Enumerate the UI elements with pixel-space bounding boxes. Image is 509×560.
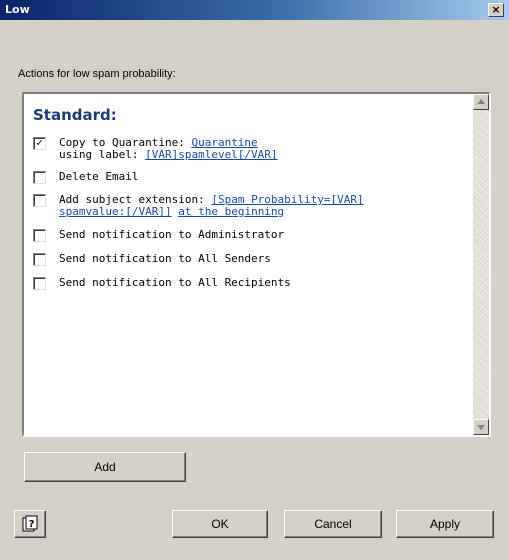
action-label: Send notification to All Senders xyxy=(59,252,271,265)
apply-button[interactable]: Apply xyxy=(396,510,494,538)
check-icon: ✓ xyxy=(36,136,43,149)
help-button[interactable]: ? xyxy=(14,510,46,538)
close-button[interactable]: × xyxy=(488,3,504,17)
position-link[interactable]: at the beginning xyxy=(178,205,284,218)
action-checkbox[interactable] xyxy=(33,194,46,207)
window-title: Low xyxy=(5,3,30,16)
action-label: Send notification to All Recipients xyxy=(59,276,291,289)
actions-list[interactable]: Standard: ✓ Copy to Quarantine: Quaranti… xyxy=(22,92,491,437)
title-bar[interactable]: Low × xyxy=(0,0,509,20)
help-context-icon: ? xyxy=(22,515,38,532)
action-checkbox[interactable] xyxy=(33,277,46,290)
ok-button[interactable]: OK xyxy=(172,510,268,538)
action-checkbox[interactable] xyxy=(33,229,46,242)
action-checkbox[interactable] xyxy=(33,171,46,184)
action-label-line2: using label: xyxy=(59,148,146,161)
apply-button-label: Apply xyxy=(429,517,461,531)
subject-extension-link-cont[interactable]: spamvalue:[/VAR]] xyxy=(59,205,172,218)
cancel-button[interactable]: Cancel xyxy=(284,510,382,538)
scroll-down-button[interactable] xyxy=(473,419,489,435)
add-button[interactable]: Add xyxy=(24,452,186,482)
action-label: Delete Email xyxy=(59,170,139,183)
group-title: Standard: xyxy=(33,106,117,124)
vertical-scrollbar[interactable] xyxy=(473,94,489,435)
actions-description: Actions for low spam probability: xyxy=(18,68,176,80)
add-button-label: Add xyxy=(94,460,116,474)
arrow-up-icon xyxy=(477,99,485,104)
action-checkbox[interactable]: ✓ xyxy=(33,137,46,150)
cancel-button-label: Cancel xyxy=(314,517,352,531)
svg-text:?: ? xyxy=(29,519,35,530)
action-label: Send notification to Administrator xyxy=(59,228,285,241)
action-checkbox[interactable] xyxy=(33,253,46,266)
close-icon: × xyxy=(491,3,501,16)
scroll-up-button[interactable] xyxy=(473,94,489,110)
ok-button-label: OK xyxy=(211,517,229,531)
label-link[interactable]: [VAR]spamlevel[/VAR] xyxy=(145,148,277,161)
arrow-down-icon xyxy=(477,425,485,430)
